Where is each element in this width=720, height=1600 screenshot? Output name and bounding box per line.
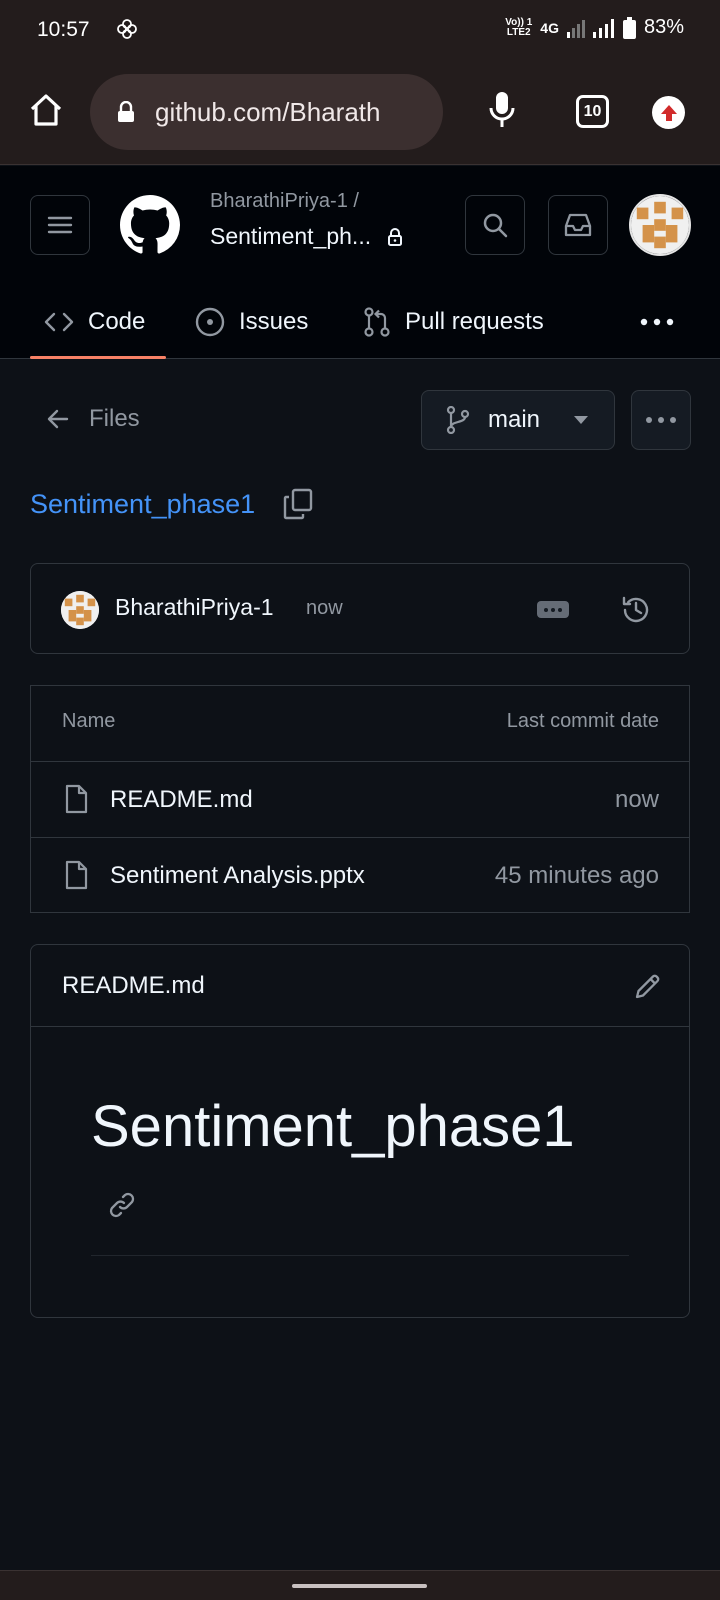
status-indicators: Vo)) 1 LTE2 4G 83% — [505, 16, 684, 39]
triangle-down-icon — [574, 416, 589, 424]
inbox-icon — [564, 213, 592, 237]
readme-file-name: README.md — [62, 972, 205, 999]
tab-code-label: Code — [88, 308, 146, 335]
pencil-icon[interactable] — [634, 972, 662, 1000]
battery-percent: 83% — [643, 16, 684, 38]
private-lock-icon — [387, 227, 403, 247]
tab-pull-requests-label: Pull requests — [405, 308, 544, 335]
commit-author-link[interactable]: BharathiPriya-1 — [115, 594, 274, 621]
github-logo-icon[interactable] — [120, 195, 180, 255]
network-type: 4G — [540, 19, 559, 36]
search-icon — [483, 213, 508, 238]
url-text: github.com/Bharath — [155, 96, 381, 127]
selected-tab-underline — [30, 356, 166, 359]
repo-owner-link[interactable]: BharathiPriya-1 / — [210, 190, 359, 213]
tab-switcher-button[interactable]: 10 — [576, 95, 609, 128]
address-bar[interactable]: github.com/Bharath — [90, 74, 443, 150]
tab-issues[interactable]: Issues — [195, 285, 308, 359]
tab-pull-requests[interactable]: Pull requests — [363, 285, 544, 359]
git-branch-icon — [446, 406, 470, 434]
arrow-left-icon — [47, 409, 69, 429]
gesture-handle[interactable] — [292, 1584, 427, 1588]
readme-panel: README.md Sentiment_phase1 — [30, 944, 690, 1318]
system-navigation-bar — [0, 1570, 720, 1600]
file-commit-date: 45 minutes ago — [494, 862, 659, 889]
files-back-link[interactable]: Files — [47, 405, 140, 433]
commit-time: now — [306, 597, 343, 619]
commit-message-expand-button[interactable] — [537, 601, 569, 618]
file-commit-date: now — [614, 786, 659, 813]
heading-divider — [91, 1255, 629, 1256]
tab-issues-label: Issues — [239, 308, 309, 335]
tabs-overflow-button[interactable] — [640, 285, 674, 359]
column-header-name: Name — [62, 710, 116, 732]
column-header-date: Last commit date — [506, 710, 659, 732]
microphone-icon[interactable] — [488, 90, 516, 130]
user-avatar[interactable] — [629, 194, 691, 256]
copy-icon[interactable] — [283, 488, 313, 520]
kebab-horizontal-icon — [646, 417, 676, 423]
inbox-button[interactable] — [548, 195, 608, 255]
latest-commit-box: BharathiPriya-1 now — [30, 563, 690, 654]
search-button[interactable] — [465, 195, 525, 255]
history-icon[interactable] — [620, 594, 652, 626]
file-name-link[interactable]: README.md — [110, 786, 253, 814]
volte-indicator: Vo)) 1 LTE2 — [505, 16, 533, 38]
kebab-horizontal-icon — [640, 318, 674, 326]
file-table: Name Last commit date README.md now Sent… — [30, 685, 690, 913]
branch-name: main — [488, 406, 541, 433]
status-time: 10:57 — [37, 18, 90, 41]
file-icon — [64, 784, 88, 814]
hamburger-menu-button[interactable] — [30, 195, 90, 255]
branch-selector[interactable]: main — [421, 390, 615, 450]
repo-name-link[interactable]: Sentiment_ph... — [210, 223, 371, 250]
file-icon — [64, 860, 88, 890]
code-icon — [44, 312, 74, 332]
readme-header: README.md — [31, 945, 689, 1027]
repo-name-row: Sentiment_ph... — [210, 223, 403, 250]
link-icon[interactable] — [107, 1190, 137, 1220]
update-icon[interactable] — [652, 96, 685, 129]
repo-tabs: Code Issues Pull requests — [0, 285, 720, 359]
lock-icon — [117, 101, 135, 123]
more-options-button[interactable] — [631, 390, 691, 450]
table-header: Name Last commit date — [31, 686, 689, 762]
home-icon[interactable] — [28, 92, 64, 128]
status-bar: 10:57 Vo)) 1 LTE2 4G 83% — [0, 0, 720, 62]
repo-path-link[interactable]: Sentiment_phase1 — [30, 489, 255, 520]
files-back-label: Files — [89, 405, 140, 432]
battery-icon — [622, 16, 636, 39]
table-row[interactable]: README.md now — [31, 762, 689, 838]
notification-flower-icon — [116, 18, 138, 40]
signal-weak-icon — [566, 18, 585, 38]
readme-heading: Sentiment_phase1 — [91, 1094, 575, 1159]
table-row[interactable]: Sentiment Analysis.pptx 45 minutes ago — [31, 838, 689, 914]
signal-strong-icon — [592, 18, 615, 38]
issue-opened-icon — [195, 307, 225, 337]
git-pull-request-icon — [364, 307, 390, 337]
tab-code[interactable]: Code — [30, 285, 166, 359]
browser-toolbar: github.com/Bharath 10 — [0, 62, 720, 165]
repo-path-row: Sentiment_phase1 — [30, 488, 313, 520]
file-name-link[interactable]: Sentiment Analysis.pptx — [110, 862, 365, 890]
menu-icon — [47, 216, 73, 234]
github-header: BharathiPriya-1 / Sentiment_ph... Code I… — [0, 166, 720, 359]
commit-author-avatar[interactable] — [61, 591, 99, 629]
